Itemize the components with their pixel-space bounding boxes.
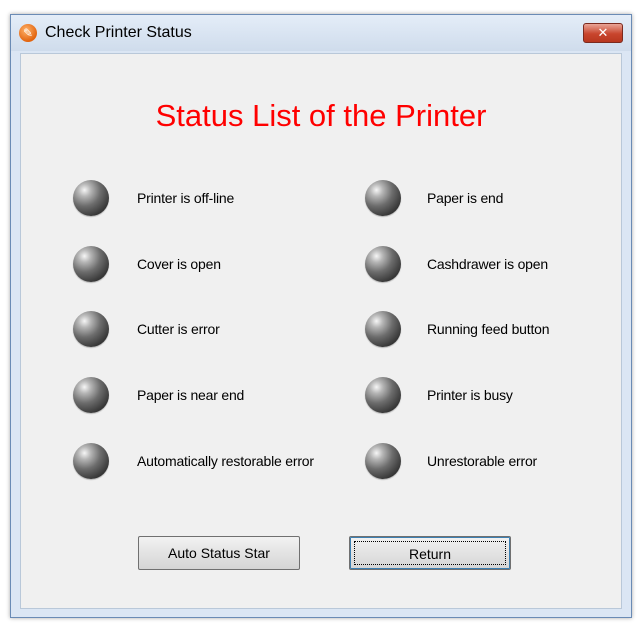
status-label: Printer is off-line bbox=[137, 190, 235, 206]
close-button[interactable]: ✕ bbox=[583, 23, 623, 43]
status-label: Unrestorable error bbox=[427, 453, 537, 469]
status-label: Paper is near end bbox=[137, 387, 245, 403]
status-label: Running feed button bbox=[427, 321, 550, 337]
window-title: Check Printer Status bbox=[45, 24, 192, 41]
status-led-icon bbox=[73, 311, 109, 347]
wrench-icon: ✎ bbox=[19, 24, 37, 42]
status-led-icon bbox=[73, 246, 109, 282]
title-bar[interactable]: ✎ Check Printer Status ✕ bbox=[11, 15, 631, 51]
status-label: Paper is end bbox=[427, 190, 504, 206]
return-button[interactable]: Return bbox=[349, 536, 511, 570]
check-printer-status-window: ✎ Check Printer Status ✕ Status List of … bbox=[10, 14, 632, 618]
status-label: Cashdrawer is open bbox=[427, 256, 548, 272]
status-label: Cover is open bbox=[137, 256, 221, 272]
status-led-icon bbox=[73, 377, 109, 413]
status-label: Cutter is error bbox=[137, 321, 220, 337]
status-led-icon bbox=[365, 246, 401, 282]
status-label: Printer is busy bbox=[427, 387, 513, 403]
status-led-icon bbox=[365, 180, 401, 216]
page-title: Status List of the Printer bbox=[155, 98, 487, 133]
status-led-icon bbox=[365, 377, 401, 413]
status-led-icon bbox=[365, 443, 401, 479]
return-button-label: Return bbox=[354, 541, 506, 565]
status-led-icon bbox=[73, 443, 109, 479]
status-led-icon bbox=[73, 180, 109, 216]
status-label: Automatically restorable error bbox=[137, 453, 314, 469]
status-led-icon bbox=[365, 311, 401, 347]
dialog-client-area: Status List of the Printer Printer is of… bbox=[20, 53, 622, 609]
auto-status-start-button[interactable]: Auto Status Star bbox=[138, 536, 300, 570]
